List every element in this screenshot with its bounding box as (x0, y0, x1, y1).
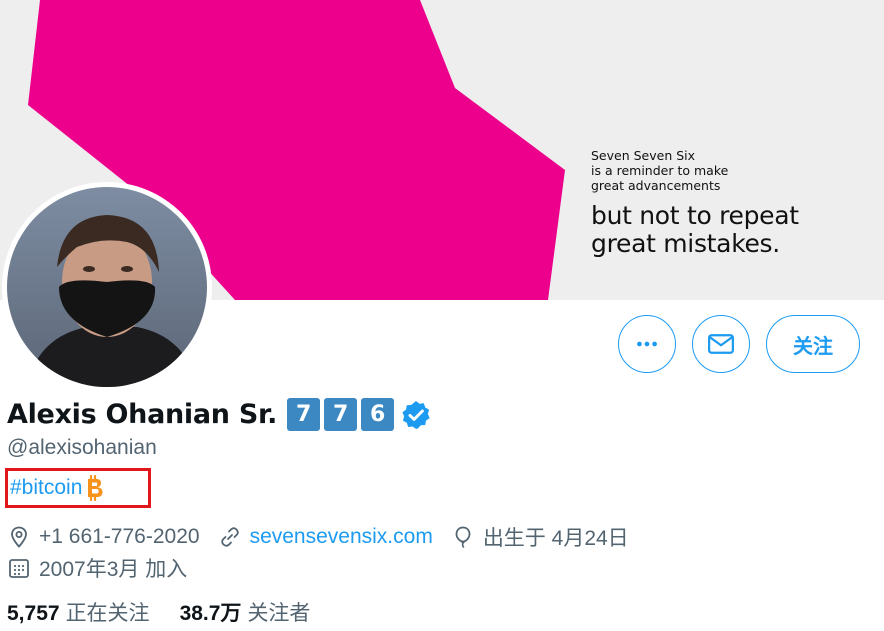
more-button[interactable] (618, 315, 676, 373)
profile-name-row: Alexis Ohanian Sr. 7 7 6 (7, 398, 432, 431)
banner-line-1: Seven Seven Six (591, 148, 696, 163)
avatar-photo (7, 187, 207, 387)
profile-meta-row-2: 2007年3月 加入 (7, 553, 205, 583)
message-button[interactable] (692, 315, 750, 373)
phone-text: +1 661-776-2020 (39, 525, 200, 548)
link-icon (220, 527, 239, 547)
bitcoin-icon (85, 475, 105, 501)
followers-stat[interactable]: 38.7万 关注者 (180, 597, 311, 627)
keycap-7-icon: 7 (324, 398, 358, 431)
location-pin-icon (11, 526, 27, 548)
envelope-icon (708, 334, 734, 354)
banner-line-2: is a reminder to make (591, 163, 729, 178)
verified-badge-icon[interactable] (400, 399, 432, 431)
user-handle: @alexisohanian (7, 436, 157, 459)
followers-count: 38.7万 (179, 602, 242, 625)
follow-stats: 5,757 正在关注 38.7万 关注者 (7, 597, 340, 627)
joined-item: 2007年3月 加入 (7, 553, 187, 583)
profile-actions: 关注 (618, 315, 860, 373)
birthday-item: 出生于 4月24日 (451, 522, 629, 552)
avatar[interactable] (2, 182, 212, 392)
banner-line-4: but not to repeat (591, 201, 799, 230)
location-item: +1 661-776-2020 (7, 525, 200, 549)
website-link[interactable]: sevensevensix.com (250, 525, 433, 549)
keycap-7-icon: 7 (287, 398, 321, 431)
banner-line-3: great advancements (591, 178, 721, 193)
following-stat[interactable]: 5,757 正在关注 (7, 597, 150, 627)
website-item: sevensevensix.com (218, 525, 433, 549)
follow-button[interactable]: 关注 (766, 315, 860, 373)
banner-caption: Seven Seven Six is a reminder to make gr… (591, 148, 728, 193)
joined-text: 2007年3月 加入 (39, 558, 188, 581)
birthday-text: 出生于 4月24日 (482, 527, 629, 550)
banner-line-5: great mistakes. (591, 229, 780, 258)
followers-label: 关注者 (247, 602, 311, 625)
balloon-icon (455, 526, 471, 548)
profile-meta-row-1: +1 661-776-2020 sevensevensix.com 出生于 4月… (7, 522, 647, 552)
following-count: 5,757 (7, 602, 60, 625)
following-label: 正在关注 (65, 602, 150, 625)
more-horizontal-icon (637, 341, 657, 347)
calendar-icon (9, 559, 29, 578)
display-name: Alexis Ohanian Sr. (7, 399, 278, 430)
bitcoin-hashtag-link[interactable]: #bitcoin (10, 476, 82, 500)
bio-highlight: #bitcoin (5, 468, 151, 508)
keycap-6-icon: 6 (361, 398, 395, 431)
banner-headline: but not to repeat great mistakes. (591, 202, 799, 258)
